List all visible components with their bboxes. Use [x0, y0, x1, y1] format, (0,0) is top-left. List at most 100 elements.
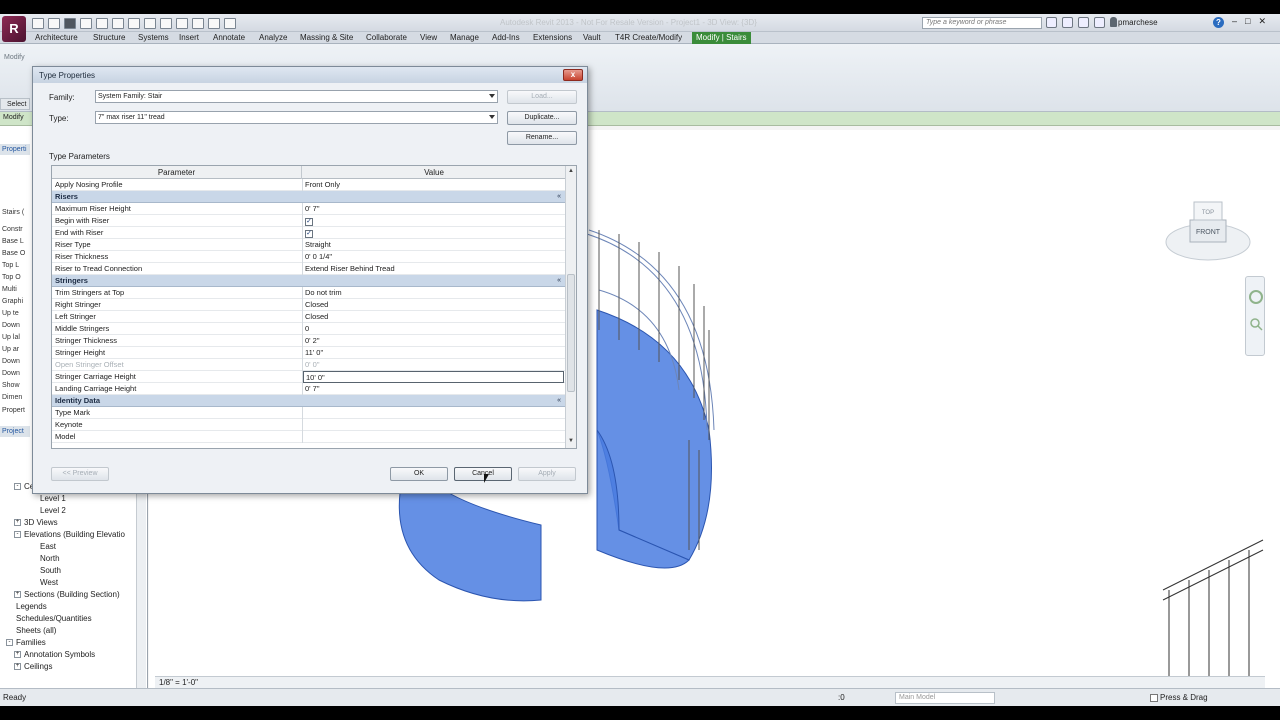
dimension-icon[interactable]: [144, 17, 156, 29]
property-row[interactable]: Show: [2, 382, 20, 389]
property-row[interactable]: Base L: [2, 238, 24, 245]
parameter-value[interactable]: 0' 0": [305, 359, 320, 371]
parameter-row[interactable]: End with Riser ✓: [52, 227, 565, 239]
viewcube-front-label[interactable]: FRONT: [1196, 229, 1221, 236]
property-row[interactable]: Down: [2, 370, 20, 377]
tab-manage[interactable]: Manage: [450, 32, 479, 44]
user-icon[interactable]: [1110, 17, 1117, 27]
browser-tree-item[interactable]: Level 1: [30, 494, 66, 503]
parameter-value[interactable]: Closed: [305, 311, 328, 323]
parameter-row[interactable]: Trim Stringers at Top Do not trim: [52, 287, 565, 299]
scroll-up-icon[interactable]: ▲: [568, 168, 574, 174]
expand-icon[interactable]: +: [14, 591, 21, 599]
browser-tree-item[interactable]: +3D Views: [14, 518, 58, 527]
parameter-row[interactable]: Apply Nosing Profile Front Only: [52, 179, 565, 191]
tab-analyze[interactable]: Analyze: [259, 32, 287, 44]
parameter-row[interactable]: Stringer Thickness 0' 2": [52, 335, 565, 347]
close-button[interactable]: ✕: [1258, 16, 1266, 27]
parameter-value[interactable]: Front Only: [305, 179, 340, 191]
parameter-row[interactable]: Landing Carriage Height 0' 7": [52, 383, 565, 395]
parameter-row[interactable]: Riser to Tread Connection Extend Riser Be…: [52, 263, 565, 275]
parameter-row[interactable]: Middle Stringers 0: [52, 323, 565, 335]
tab-modify-stairs[interactable]: Modify | Stairs: [692, 32, 751, 44]
parameter-row[interactable]: Begin with Riser ✓: [52, 215, 565, 227]
parameter-group-header[interactable]: Risers «: [52, 191, 565, 203]
collapse-icon[interactable]: -: [6, 639, 13, 647]
rename-button[interactable]: Rename...: [507, 131, 577, 145]
scroll-down-icon[interactable]: ▼: [568, 438, 574, 444]
tab-massing-site[interactable]: Massing & Site: [300, 32, 353, 44]
property-row[interactable]: Top O: [2, 274, 21, 281]
browser-tree-item[interactable]: - Families: [6, 638, 46, 647]
apply-button[interactable]: Apply: [518, 467, 576, 481]
collapse-chevron-icon[interactable]: «: [557, 397, 561, 404]
project-browser-header[interactable]: Project: [0, 426, 30, 437]
tab-architecture[interactable]: Architecture: [35, 32, 78, 44]
parameter-value[interactable]: Extend Riser Behind Tread: [305, 263, 395, 275]
browser-tree-item[interactable]: Level 2: [30, 506, 66, 515]
user-name[interactable]: pmarchese: [1118, 18, 1158, 27]
tab-insert[interactable]: Insert: [179, 32, 199, 44]
property-row[interactable]: Base O: [2, 250, 25, 257]
dialog-close-button[interactable]: x: [563, 69, 583, 81]
browser-tree-item[interactable]: + Annotation Symbols: [14, 650, 95, 659]
property-row[interactable]: Multi: [2, 286, 17, 293]
collapse-chevron-icon[interactable]: «: [557, 193, 561, 200]
tab-t4r-create-modify[interactable]: T4R Create/Modify: [615, 32, 682, 44]
navigation-bar[interactable]: [1245, 276, 1265, 356]
parameter-row[interactable]: Riser Type Straight: [52, 239, 565, 251]
browser-tree-item[interactable]: Legends: [6, 602, 47, 611]
parameter-group-header[interactable]: Stringers «: [52, 275, 565, 287]
parameter-value[interactable]: Straight: [305, 239, 331, 251]
minimize-button[interactable]: –: [1232, 16, 1237, 27]
tab-view[interactable]: View: [420, 32, 437, 44]
type-selector[interactable]: Stairs (: [2, 209, 24, 216]
tab-vault[interactable]: Vault: [583, 32, 601, 44]
preview-button[interactable]: << Preview: [51, 467, 109, 481]
parameter-row[interactable]: Type Mark: [52, 407, 565, 419]
help-icon[interactable]: ?: [1213, 17, 1224, 28]
browser-scrollbar[interactable]: [136, 492, 146, 688]
parameter-row[interactable]: Left Stringer Closed: [52, 311, 565, 323]
switch-windows-icon[interactable]: [224, 17, 236, 29]
family-select[interactable]: System Family: Stair: [95, 90, 498, 103]
browser-tree-item[interactable]: Schedules/Quantities: [6, 614, 92, 623]
parameter-value[interactable]: Do not trim: [305, 287, 342, 299]
parameter-value[interactable]: 0' 7": [305, 383, 320, 395]
modify-tool[interactable]: Modify: [4, 54, 25, 61]
cancel-button[interactable]: Cancel: [454, 467, 512, 481]
undo-icon[interactable]: [96, 17, 108, 29]
parameter-checkbox[interactable]: ✓: [305, 227, 313, 239]
column-header-value[interactable]: Value: [303, 166, 565, 179]
zoom-icon[interactable]: [1250, 318, 1260, 328]
open-icon[interactable]: [48, 17, 60, 29]
browser-tree-item[interactable]: East: [30, 542, 56, 551]
viewcube-top-label[interactable]: TOP: [1202, 210, 1214, 216]
favorites-star-icon[interactable]: [1094, 17, 1105, 28]
section-icon[interactable]: [192, 17, 204, 29]
property-row[interactable]: Up lal: [2, 334, 20, 341]
tab-annotate[interactable]: Annotate: [213, 32, 245, 44]
parameter-checkbox[interactable]: ✓: [305, 215, 313, 227]
tab-add-ins[interactable]: Add-Ins: [492, 32, 520, 44]
load-button[interactable]: Load...: [507, 90, 577, 104]
3d-view-icon[interactable]: [176, 17, 188, 29]
collapse-icon[interactable]: -: [14, 531, 21, 539]
property-row[interactable]: Dimen: [2, 394, 22, 401]
steering-wheel-icon[interactable]: [1249, 290, 1263, 304]
parameter-row[interactable]: Keynote: [52, 419, 565, 431]
search-input[interactable]: Type a keyword or phrase: [922, 17, 1042, 29]
property-row[interactable]: Down: [2, 322, 20, 329]
parameter-value[interactable]: 0' 2": [305, 335, 320, 347]
parameter-row[interactable]: Stringer Height 11' 0": [52, 347, 565, 359]
grid-scrollbar[interactable]: ▲ ▼: [565, 166, 576, 448]
parameter-value[interactable]: Closed: [305, 299, 328, 311]
checkmark-icon[interactable]: ✓: [305, 230, 313, 238]
communication-icon[interactable]: [1078, 17, 1089, 28]
viewcube[interactable]: FRONT TOP: [1158, 194, 1254, 272]
parameter-value[interactable]: 0: [305, 323, 309, 335]
parameter-row[interactable]: Maximum Riser Height 0' 7": [52, 203, 565, 215]
binoculars-icon[interactable]: [1046, 17, 1057, 28]
collapse-icon[interactable]: -: [14, 483, 21, 491]
view-scale[interactable]: 1/8" = 1'-0": [159, 678, 198, 687]
